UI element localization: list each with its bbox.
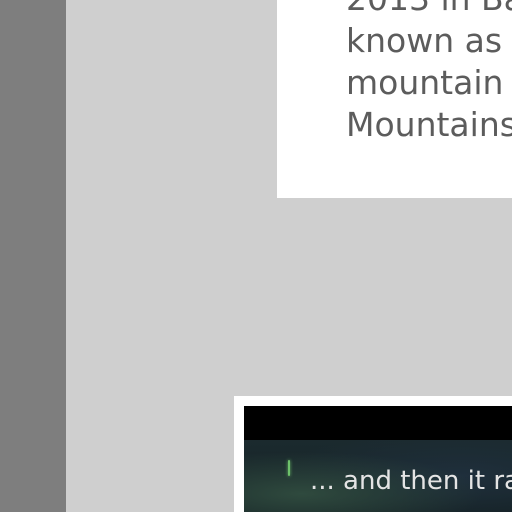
article-line: known as <box>346 21 503 60</box>
aurora-streak-graphic <box>288 460 290 476</box>
video-caption: ... and then it ra <box>310 466 512 496</box>
left-sidebar-rail <box>0 0 66 512</box>
video-top-bar <box>244 406 512 440</box>
article-line: 2013 in Ba <box>346 0 512 20</box>
video-card[interactable]: ... and then it ra <box>234 396 512 512</box>
article-line: mountain <box>346 63 504 102</box>
video-player[interactable]: ... and then it ra <box>244 406 512 512</box>
article-text-card: 2013 in Ba known as mountain Mountains <box>277 0 512 198</box>
article-paragraph: 2013 in Ba known as mountain Mountains <box>346 0 512 146</box>
page: 2013 in Ba known as mountain Mountains .… <box>0 0 512 512</box>
video-thumbnail[interactable]: ... and then it ra <box>244 440 512 512</box>
article-line: Mountains <box>346 105 512 144</box>
